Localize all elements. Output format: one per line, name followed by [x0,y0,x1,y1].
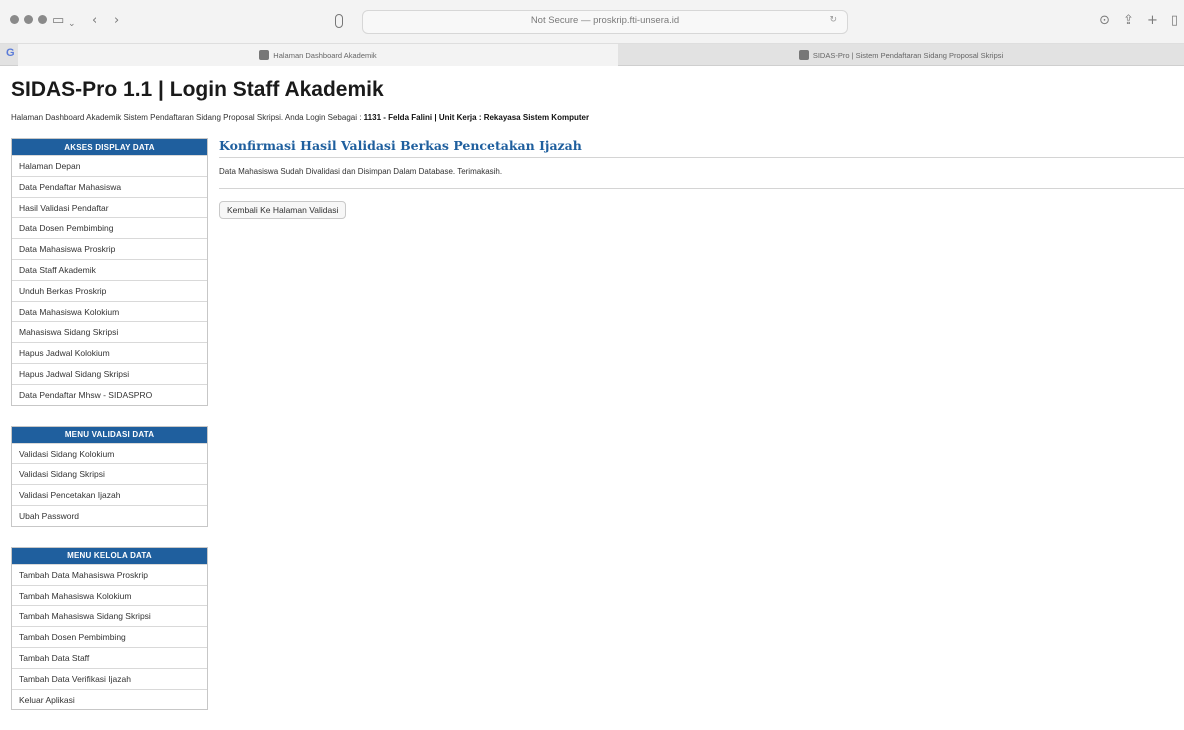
sidebar-item-unduh-berkas[interactable]: Unduh Berkas Proskrip [12,279,207,301]
sidebar-item-tambah-kolokium[interactable]: Tambah Mahasiswa Kolokium [12,584,207,606]
tab-dashboard[interactable]: Halaman Dashboard Akademik [18,44,618,66]
back-arrow-icon[interactable]: ‹ [92,12,97,30]
tab-bar: G Halaman Dashboard Akademik SIDAS-Pro |… [0,44,1184,66]
sidebar: AKSES DISPLAY DATA Halaman Depan Data Pe… [11,138,208,730]
sidebar-item-pendaftar-sidaspro[interactable]: Data Pendaftar Mhsw - SIDASPRO [12,383,207,405]
menu-heading: MENU VALIDASI DATA [12,426,207,443]
sidebar-item-keluar[interactable]: Keluar Aplikasi [12,688,207,710]
tab-favicon-icon [259,50,270,60]
sidebar-item-tambah-sidang[interactable]: Tambah Mahasiswa Sidang Skripsi [12,605,207,626]
sidebar-item-hasil-validasi[interactable]: Hasil Validasi Pendaftar [12,196,207,218]
login-info: Halaman Dashboard Akademik Sistem Pendaf… [11,113,589,122]
tab-favicon-icon [798,50,809,60]
sidebar-item-hapus-kolokium[interactable]: Hapus Jadwal Kolokium [12,342,207,363]
forward-arrow-icon[interactable]: › [114,12,119,30]
tab-overview-icon[interactable]: ▯ [1171,13,1178,28]
login-info-text: Halaman Dashboard Akademik Sistem Pendaf… [11,113,364,122]
menu-group-kelola: MENU KELOLA DATA Tambah Data Mahasiswa P… [11,546,208,711]
sidebar-item-validasi-ijazah[interactable]: Validasi Pencetakan Ijazah [12,484,207,505]
sidebar-toggle-icon[interactable]: ▭ [52,12,64,30]
sidebar-item-halaman-depan[interactable]: Halaman Depan [12,155,207,176]
chevron-down-icon[interactable]: ⌄ [68,15,76,33]
new-tab-icon[interactable]: + [1147,13,1158,28]
menu-group-akses-display: AKSES DISPLAY DATA Halaman Depan Data Pe… [11,138,208,406]
minimize-window-icon[interactable] [24,15,33,24]
browser-toolbar: ▭ ⌄ ‹ › Not Secure — proskrip.fti-unsera… [0,0,1184,44]
login-user: 1131 - Felda Falini | Unit Kerja : Rekay… [363,113,590,122]
sidebar-item-mahasiswa-proskrip[interactable]: Data Mahasiswa Proskrip [12,238,207,259]
sidebar-item-dosen-pembimbing[interactable]: Data Dosen Pembimbing [12,217,207,238]
reload-icon[interactable]: ↻ [829,15,837,25]
share-icon[interactable]: ⇪ [1123,13,1134,28]
sidebar-item-tambah-staff[interactable]: Tambah Data Staff [12,646,207,668]
sidebar-item-data-pendaftar[interactable]: Data Pendaftar Mahasiswa [12,175,207,197]
google-icon[interactable]: G [6,47,15,59]
window-controls[interactable] [10,15,47,24]
sidebar-item-tambah-dosen[interactable]: Tambah Dosen Pembimbing [12,626,207,647]
page-title: SIDAS-Pro 1.1 | Login Staff Akademik [11,78,384,101]
back-to-validation-button[interactable]: Kembali Ke Halaman Validasi [219,201,347,219]
menu-group-validasi: MENU VALIDASI DATA Validasi Sidang Kolok… [11,425,208,527]
main-content: Konfirmasi Hasil Validasi Berkas Penceta… [219,138,1184,219]
sidebar-item-mahasiswa-kolokium[interactable]: Data Mahasiswa Kolokium [12,300,207,322]
sidebar-item-validasi-skripsi[interactable]: Validasi Sidang Skripsi [12,463,207,484]
tab-label: SIDAS-Pro | Sistem Pendaftaran Sidang Pr… [812,50,1004,60]
privacy-shield-icon[interactable] [335,14,343,28]
confirmation-message: Data Mahasiswa Sudah Divalidasi dan Disi… [219,158,1184,189]
confirmation-title: Konfirmasi Hasil Validasi Berkas Penceta… [219,138,1184,158]
sidebar-item-ubah-password[interactable]: Ubah Password [12,504,207,526]
tab-label: Halaman Dashboard Akademik [273,50,377,60]
sidebar-item-hapus-sidang[interactable]: Hapus Jadwal Sidang Skripsi [12,362,207,384]
sidebar-item-sidang-skripsi[interactable]: Mahasiswa Sidang Skripsi [12,321,207,342]
sidebar-item-validasi-kolokium[interactable]: Validasi Sidang Kolokium [12,442,207,464]
menu-heading: AKSES DISPLAY DATA [12,139,207,155]
download-icon[interactable]: ⊙ [1099,13,1110,28]
zoom-window-icon[interactable] [38,15,47,24]
sidebar-item-tambah-verifikasi[interactable]: Tambah Data Verifikasi Ijazah [12,667,207,689]
sidebar-item-staff-akademik[interactable]: Data Staff Akademik [12,258,207,280]
address-text: Not Secure — proskrip.fti-unsera.id [530,15,680,26]
close-window-icon[interactable] [10,15,19,24]
menu-heading: MENU KELOLA DATA [12,547,207,564]
tab-sidaspro[interactable]: SIDAS-Pro | Sistem Pendaftaran Sidang Pr… [618,44,1184,66]
address-bar[interactable]: Not Secure — proskrip.fti-unsera.id ↻ [362,10,848,34]
sidebar-item-tambah-proskrip[interactable]: Tambah Data Mahasiswa Proskrip [12,563,207,585]
